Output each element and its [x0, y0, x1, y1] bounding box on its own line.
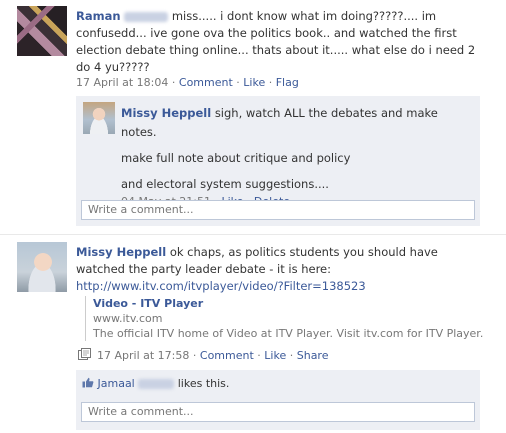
separator: ·: [268, 76, 273, 89]
like-link[interactable]: Like: [264, 349, 286, 362]
share-link[interactable]: Share: [297, 349, 329, 362]
separator: ·: [289, 349, 294, 362]
comment: Missy Heppell sigh, watch ALL the debate…: [121, 104, 471, 209]
post-time[interactable]: 17 April at 18:04: [76, 76, 168, 89]
post-time[interactable]: 17 April at 17:58: [97, 349, 189, 362]
post-link[interactable]: http://www.itv.com/itvplayer/video/?Filt…: [76, 279, 366, 293]
redacted-surname: [138, 379, 175, 389]
thumbs-up-icon: [82, 377, 94, 388]
likes-row: Jamaal likes this.: [82, 375, 229, 392]
comment-link[interactable]: Comment: [179, 76, 233, 89]
avatar[interactable]: [17, 6, 67, 56]
attachment-domain: www.itv.com: [93, 312, 163, 325]
author-name[interactable]: Raman: [76, 9, 121, 23]
author-name[interactable]: Missy Heppell: [76, 245, 166, 259]
link-attachment: Video - ITV Player www.itv.com The offic…: [85, 296, 493, 341]
post-meta: 17 April at 18:04 · Comment · Like · Fla…: [76, 74, 488, 91]
attachment-description: The official ITV home of Video at ITV Pl…: [93, 327, 484, 340]
separator: ·: [192, 349, 197, 362]
separator: ·: [257, 349, 261, 362]
post-body: Missy Heppell ok chaps, as politics stud…: [76, 244, 488, 295]
comment-author[interactable]: Missy Heppell: [121, 106, 211, 120]
avatar[interactable]: [83, 102, 115, 134]
comment-input[interactable]: Write a comment...: [81, 200, 475, 220]
like-link[interactable]: Like: [243, 76, 265, 89]
share-icon: [78, 348, 91, 360]
comment-line: make full note about critique and policy: [121, 151, 351, 165]
comment-link[interactable]: Comment: [200, 349, 254, 362]
post-body: Raman miss..... i dont know what im doin…: [76, 8, 488, 76]
avatar[interactable]: [17, 242, 67, 292]
comment-input[interactable]: Write a comment...: [81, 402, 475, 422]
divider: [0, 234, 506, 235]
separator: ·: [236, 76, 240, 89]
liker-name[interactable]: Jamaal: [98, 377, 135, 390]
redacted-surname: [124, 11, 169, 22]
attachment-title[interactable]: Video - ITV Player: [93, 296, 493, 311]
likes-text: likes this.: [177, 377, 230, 390]
flag-link[interactable]: Flag: [276, 76, 299, 89]
separator: ·: [171, 76, 176, 89]
comment-line: and electoral system suggestions....: [121, 177, 329, 191]
post-meta: 17 April at 17:58 · Comment · Like · Sha…: [97, 347, 506, 364]
